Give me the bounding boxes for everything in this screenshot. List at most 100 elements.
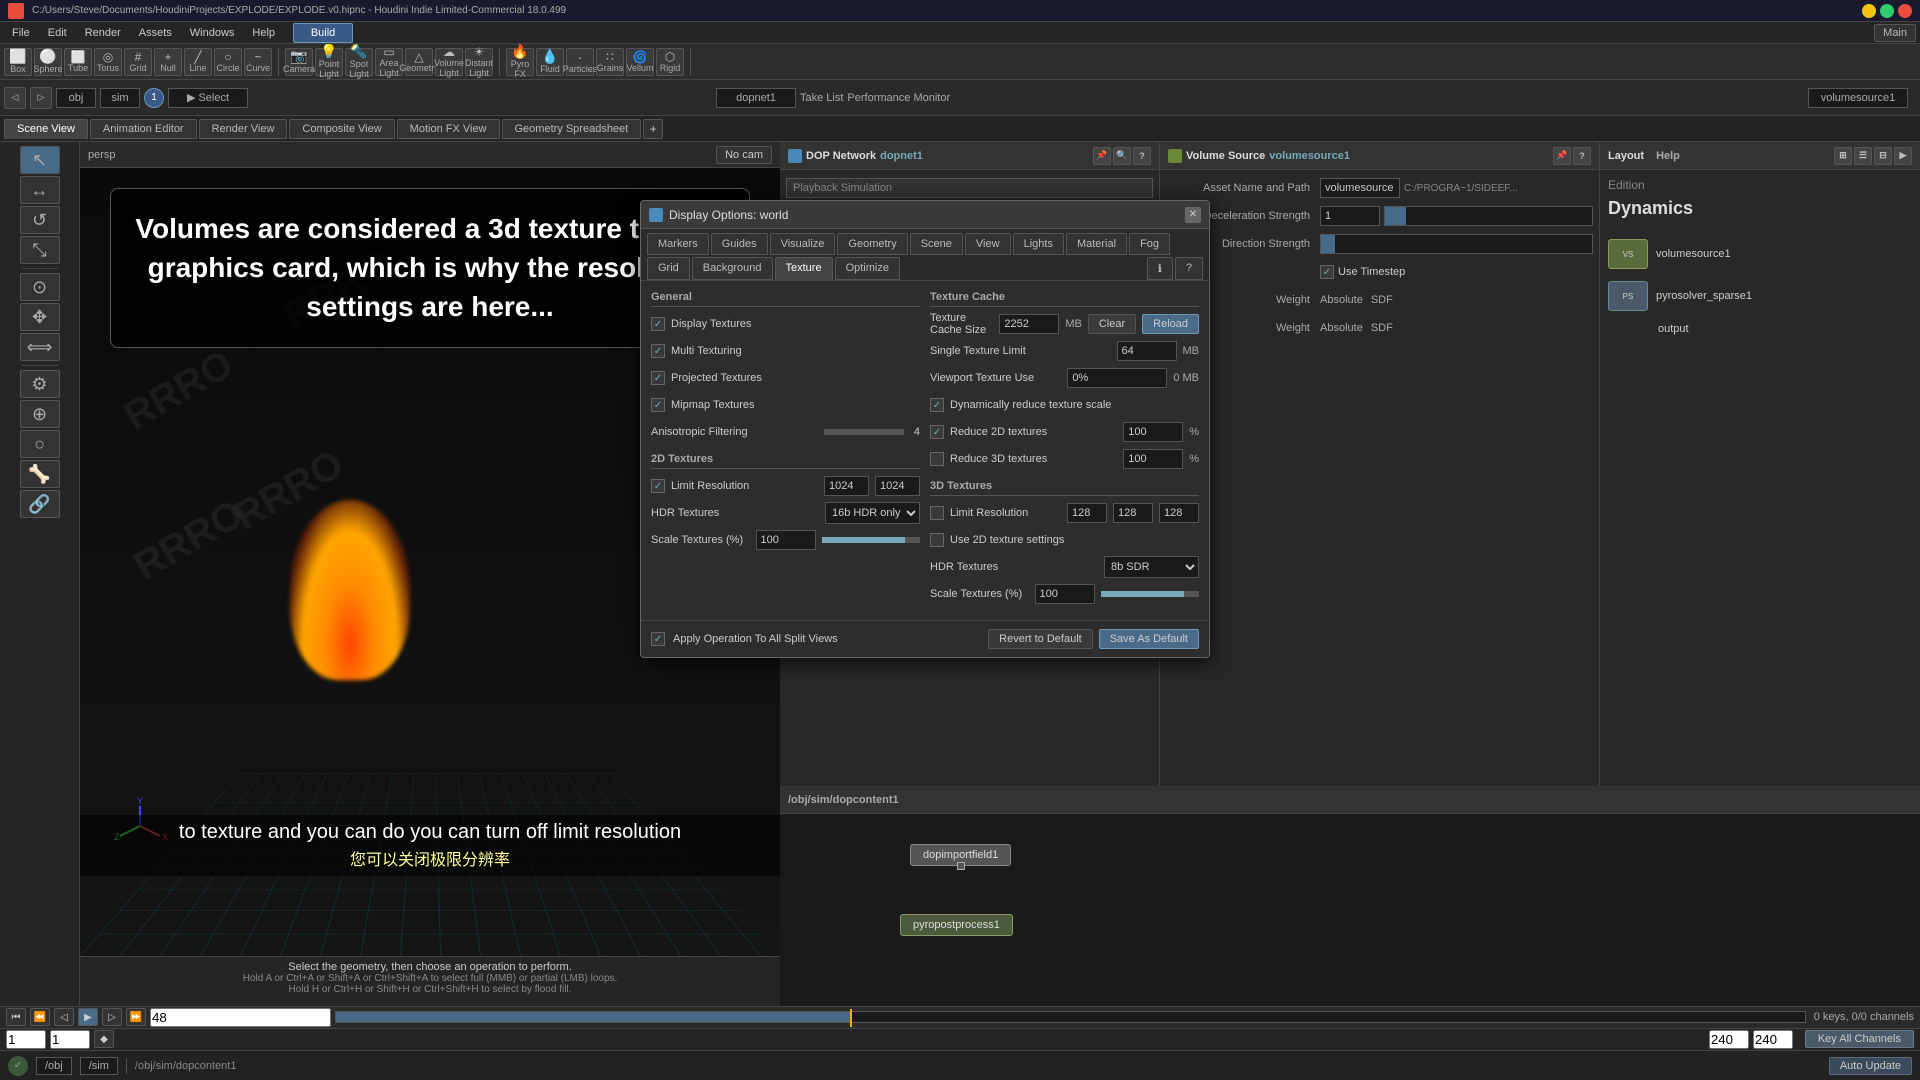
use-timestep-checkbox[interactable] [1320, 265, 1334, 279]
object-btn[interactable]: ○ [20, 430, 60, 458]
scale-3d-slider[interactable] [1101, 591, 1200, 597]
reduce-3d-input[interactable] [1123, 449, 1183, 469]
volumesource-node-icon[interactable]: VS [1608, 239, 1648, 269]
vol-help-btn[interactable]: ? [1573, 147, 1591, 165]
global-end2-input[interactable] [1753, 1030, 1793, 1049]
revert-default-btn[interactable]: Revert to Default [988, 629, 1093, 649]
sphere-tool[interactable]: ⚪Sphere [34, 48, 62, 76]
network-canvas[interactable]: dopimportfield1 pyropostprocess1 [780, 814, 1920, 1006]
next-frame-btn[interactable]: ▷ [102, 1008, 122, 1026]
disp-tab-guides[interactable]: Guides [711, 233, 768, 255]
disp-help-tab[interactable]: ? [1175, 257, 1203, 280]
tab-geometry-spreadsheet[interactable]: Geometry Spreadsheet [502, 119, 642, 139]
dop-search-btn[interactable]: 🔍 [1113, 147, 1131, 165]
transform-btn[interactable]: ↔ [20, 176, 60, 204]
prev-key-btn[interactable]: ⏪ [30, 1008, 50, 1026]
line-tool[interactable]: ╱Line [184, 48, 212, 76]
add-tab-button[interactable]: + [643, 119, 663, 139]
decel-input[interactable] [1320, 206, 1380, 226]
take-list-label[interactable]: Take List [800, 92, 843, 104]
anisotropic-slider[interactable] [824, 429, 904, 435]
reload-cache-btn[interactable]: Reload [1142, 314, 1199, 334]
disp-tab-fog[interactable]: Fog [1129, 233, 1170, 255]
res-3d-2-input[interactable] [1113, 503, 1153, 523]
disp-tab-texture[interactable]: Texture [775, 257, 833, 280]
apply-all-checkbox[interactable] [651, 632, 665, 646]
limit-3d-checkbox[interactable] [930, 506, 944, 520]
rigid-btn[interactable]: ⬡Rigid [656, 48, 684, 76]
volume-light-btn[interactable]: ☁Volume Light [435, 48, 463, 76]
rotate-btn[interactable]: ↺ [20, 206, 60, 234]
auto-update-btn[interactable]: Auto Update [1829, 1057, 1912, 1075]
vol-pin-btn[interactable]: 📌 [1553, 147, 1571, 165]
scale-3d-input[interactable] [1035, 584, 1095, 604]
menu-edit[interactable]: Edit [40, 25, 75, 41]
disp-tab-geometry[interactable]: Geometry [837, 233, 907, 255]
dynamics-btn3[interactable]: ⊟ [1874, 147, 1892, 165]
res-2d-1-input[interactable] [824, 476, 869, 496]
res-3d-1-input[interactable] [1067, 503, 1107, 523]
menu-help[interactable]: Help [244, 25, 283, 41]
null-tool[interactable]: +Null [154, 48, 182, 76]
torus-tool[interactable]: ◎Torus [94, 48, 122, 76]
playback-sim-btn[interactable]: Playback Simulation [786, 178, 1153, 198]
menu-render[interactable]: Render [77, 25, 129, 41]
key-btn[interactable]: ◆ [94, 1030, 114, 1048]
menu-file[interactable]: File [4, 25, 38, 41]
next-key-btn[interactable]: ⏩ [126, 1008, 146, 1026]
disp-info-btn[interactable]: ℹ [1147, 257, 1173, 280]
frame-input[interactable] [150, 1008, 331, 1027]
dynamics-btn1[interactable]: ⊞ [1834, 147, 1852, 165]
go-start-btn[interactable]: ⏮ [6, 1008, 26, 1026]
minimize-button[interactable] [1862, 4, 1876, 18]
frame-start-input[interactable] [50, 1030, 90, 1049]
disp-tab-optimize[interactable]: Optimize [835, 257, 900, 280]
dynamic-reduce-checkbox[interactable] [930, 398, 944, 412]
projected-textures-checkbox[interactable] [651, 371, 665, 385]
dir-slider[interactable] [1320, 234, 1593, 254]
fluid-btn[interactable]: 💧Fluid [536, 48, 564, 76]
particles-btn[interactable]: ·Particles [566, 48, 594, 76]
disp-tab-visualize[interactable]: Visualize [770, 233, 836, 255]
obj-btn[interactable]: obj [56, 88, 96, 108]
viewport-texture-pct-input[interactable] [1067, 368, 1167, 388]
geometry-light-btn[interactable]: △Geometry [405, 48, 433, 76]
reduce-3d-checkbox[interactable] [930, 452, 944, 466]
disp-tab-grid[interactable]: Grid [647, 257, 690, 280]
scale-2d-slider[interactable] [822, 537, 921, 543]
point-light-btn[interactable]: 💡Point Light [315, 48, 343, 76]
pivot-btn[interactable]: ⊕ [20, 400, 60, 428]
hdr-textures-select[interactable]: 16b HDR only 8b HDR only No HDR [825, 502, 920, 524]
maximize-button[interactable] [1880, 4, 1894, 18]
disp-tab-lights[interactable]: Lights [1013, 233, 1064, 255]
pyro-btn[interactable]: 🔥Pyro FX [506, 48, 534, 76]
global-end-input[interactable] [1709, 1030, 1749, 1049]
clear-cache-btn[interactable]: Clear [1088, 314, 1136, 334]
box-tool[interactable]: ⬜Box [4, 48, 32, 76]
dynamics-btn2[interactable]: ☰ [1854, 147, 1872, 165]
dolly-btn[interactable]: ⟺ [20, 333, 60, 361]
panel-select-1[interactable]: 1 [144, 88, 164, 108]
tab-composite-view[interactable]: Composite View [289, 119, 394, 139]
sim-btn[interactable]: sim [100, 88, 140, 108]
grid-tool[interactable]: #Grid [124, 48, 152, 76]
cam-select[interactable]: No cam [716, 146, 772, 164]
tab-motion-fx[interactable]: Motion FX View [397, 119, 500, 139]
prev-frame-btn[interactable]: ◁ [54, 1008, 74, 1026]
tube-tool[interactable]: ⬜Tube [64, 48, 92, 76]
dopimportfield-node[interactable]: dopimportfield1 [910, 844, 1011, 866]
limit-resolution-checkbox[interactable] [651, 479, 665, 493]
single-texture-input[interactable] [1117, 341, 1177, 361]
disp-tab-markers[interactable]: Markers [647, 233, 709, 255]
asset-name-input[interactable] [1320, 178, 1400, 198]
obj-path-btn[interactable]: /obj [36, 1057, 72, 1075]
scale-btn[interactable]: ⤡ [20, 236, 60, 264]
disp-tab-scene[interactable]: Scene [910, 233, 963, 255]
curve-tool[interactable]: ~Curve [244, 48, 272, 76]
fwd-btn[interactable]: ▷ [30, 87, 52, 109]
multi-texturing-checkbox[interactable] [651, 344, 665, 358]
camera-btn[interactable]: 📷Camera [285, 48, 313, 76]
tab-render-view[interactable]: Render View [199, 119, 288, 139]
grains-btn[interactable]: ∷Grains [596, 48, 624, 76]
reduce-2d-input[interactable] [1123, 422, 1183, 442]
